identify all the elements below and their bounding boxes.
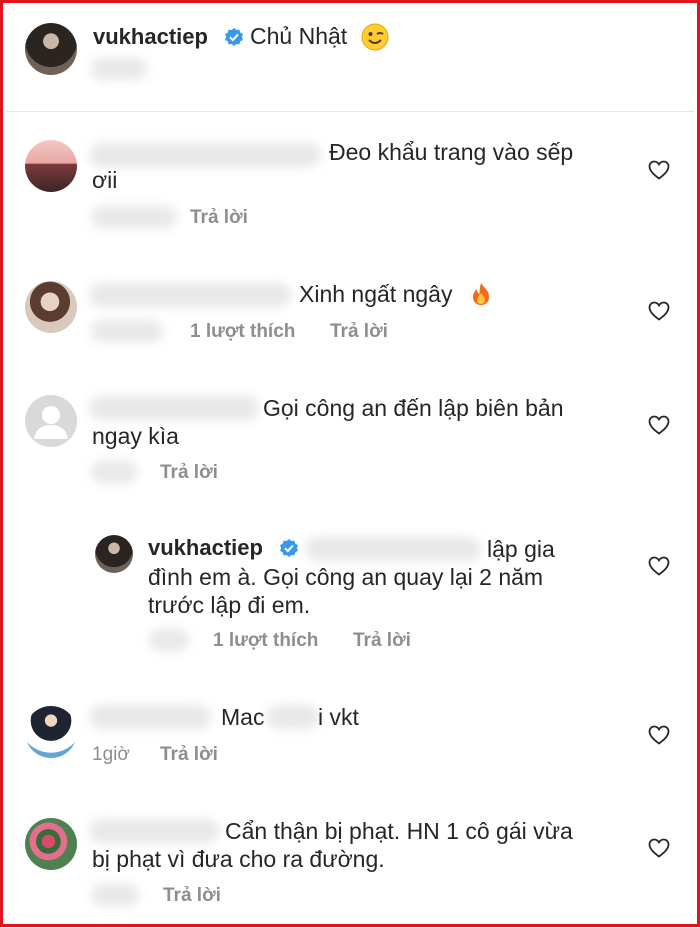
like-heart-icon[interactable] [648,838,670,858]
username-redacted [89,283,291,307]
comment-text-continued: i vkt [318,704,359,730]
like-heart-icon[interactable] [648,301,670,321]
mention-redacted [305,537,481,561]
comment-text: Xinh ngất ngây [299,281,453,307]
commenter-avatar[interactable] [25,706,77,758]
comment-text: Gọi công an đến lập biên bản [263,395,564,421]
reply-button[interactable]: Trả lời [160,744,218,766]
commenter-avatar[interactable] [25,140,77,192]
comment-text: Mac [221,704,265,730]
time-redacted [91,320,163,342]
like-count[interactable]: 1 lượt thích [213,630,318,652]
time-redacted [91,461,137,483]
like-heart-icon[interactable] [648,725,670,745]
reply-text: lập gia [487,536,555,562]
text-redacted [267,705,319,729]
reply-button[interactable]: Trả lời [353,630,411,652]
time-redacted [149,629,189,651]
reply-text-continued: đình em à. Gọi công an quay lại 2 năm [148,564,544,590]
verified-badge-icon [280,539,298,557]
reply-username[interactable]: vukhactiep [148,535,263,561]
reply-button[interactable]: Trả lời [160,462,218,484]
fire-icon [473,283,489,305]
username-redacted [89,819,219,843]
reply-text-continued: trước lập đi em. [148,592,311,618]
comment-text: Đeo khẩu trang vào sếp [329,139,574,165]
comment-text-continued: bị phạt vì đưa cho ra đường. [92,846,385,872]
verified-badge-icon [225,28,243,46]
username-redacted [89,705,211,729]
like-heart-icon[interactable] [648,160,670,180]
reply-button[interactable]: Trả lời [190,207,248,229]
reply-button[interactable]: Trả lời [330,321,388,343]
username-redacted [89,143,321,167]
default-avatar-icon [34,406,68,439]
post-caption: Chủ Nhật [250,23,348,49]
commenter-avatar-default[interactable] [25,395,77,447]
like-count[interactable]: 1 lượt thích [190,321,295,343]
owner-reply-avatar[interactable] [95,535,133,573]
winking-face-icon [361,23,389,51]
header-divider [6,111,694,112]
commenter-avatar[interactable] [25,818,77,870]
commenter-avatar[interactable] [25,281,77,333]
time-redacted [91,206,177,228]
like-heart-icon[interactable] [648,415,670,435]
post-time-redacted [91,58,147,80]
comments-panel: vukhactiep Chủ Nhật Đeo khẩu trang vào s… [0,0,700,927]
comment-time: 1giờ [92,744,130,765]
time-redacted [91,884,139,906]
post-username[interactable]: vukhactiep [93,24,208,50]
like-heart-icon[interactable] [648,556,670,576]
username-redacted [89,396,259,420]
owner-avatar[interactable] [25,23,77,75]
comment-text: Cẩn thận bị phạt. HN 1 cô gái vừa [225,818,573,844]
reply-button[interactable]: Trả lời [163,885,221,907]
comment-text-continued: ngay kìa [92,423,179,449]
comment-text-continued: ơii [92,167,118,193]
